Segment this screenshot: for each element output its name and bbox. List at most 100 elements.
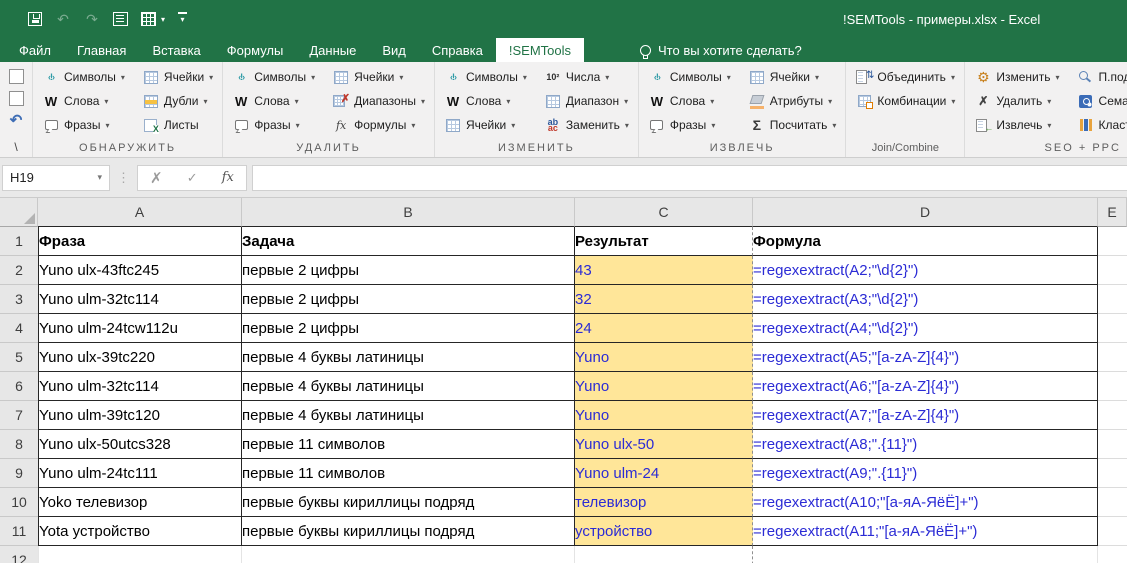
cell-E11[interactable] <box>1098 517 1127 546</box>
row-header-7[interactable]: 7 <box>0 401 38 430</box>
ribbon-tab-Формулы[interactable]: Формулы <box>214 38 297 62</box>
ribbon-button-Символы[interactable]: Символы▾ <box>646 65 733 89</box>
checkbox-icon[interactable] <box>9 91 24 106</box>
cell-A7[interactable]: Yuno ulm-39tc120 <box>38 401 242 430</box>
cell-E2[interactable] <box>1098 256 1127 285</box>
ribbon-button-Ячейки[interactable]: Ячейки▾ <box>140 65 215 89</box>
cell-A11[interactable]: Yota устройство <box>38 517 242 546</box>
cell-A9[interactable]: Yuno ulm-24tc111 <box>38 459 242 488</box>
cell-D12[interactable] <box>753 546 1098 563</box>
save-icon[interactable] <box>28 12 42 26</box>
cell-C10[interactable]: телевизор <box>575 488 753 517</box>
column-header-A[interactable]: A <box>38 198 242 227</box>
cell-B5[interactable]: первые 4 буквы латиницы <box>242 343 575 372</box>
customize-qat-icon[interactable] <box>178 12 187 26</box>
insert-function-icon[interactable]: fx <box>222 170 234 185</box>
row-header-8[interactable]: 8 <box>0 430 38 459</box>
ribbon-button-Диапазон[interactable]: Диапазон▾ <box>542 89 631 113</box>
cell-B4[interactable]: первые 2 цифры <box>242 314 575 343</box>
cell-D8[interactable]: =regexextract(A8;".{11}") <box>753 430 1098 459</box>
row-header-2[interactable]: 2 <box>0 256 38 285</box>
ribbon-button-Удалить[interactable]: Удалить▾ <box>972 89 1061 113</box>
ribbon-tab-Вид[interactable]: Вид <box>369 38 419 62</box>
cell-B10[interactable]: первые буквы кириллицы подряд <box>242 488 575 517</box>
cell-C1[interactable]: Результат <box>575 227 753 256</box>
ribbon-button-Слова[interactable]: Слова▾ <box>230 89 317 113</box>
ribbon-button-Слова[interactable]: Слова▾ <box>442 89 529 113</box>
checkbox-icon[interactable] <box>9 69 24 84</box>
cell-D5[interactable]: =regexextract(A5;"[a-zA-Z]{4}") <box>753 343 1098 372</box>
row-header-11[interactable]: 11 <box>0 517 38 546</box>
ribbon-button-Листы[interactable]: Листы <box>140 113 215 137</box>
row-header-10[interactable]: 10 <box>0 488 38 517</box>
ribbon-button-Дубли[interactable]: Дубли▾ <box>140 89 215 113</box>
formula-bar-resize-handle[interactable]: ⋮ <box>117 170 130 186</box>
cell-B2[interactable]: первые 2 цифры <box>242 256 575 285</box>
ribbon-tab-Справка[interactable]: Справка <box>419 38 496 62</box>
cell-C6[interactable]: Yuno <box>575 372 753 401</box>
ribbon-button-Извлечь[interactable]: Извлечь▾ <box>972 113 1061 137</box>
ribbon-button-Комбинации[interactable]: Комбинации▾ <box>853 89 957 113</box>
cancel-icon[interactable]: ✗ <box>150 169 163 187</box>
cell-D11[interactable]: =regexextract(A11;"[а-яА-ЯёЁ]+") <box>753 517 1098 546</box>
ribbon-button-Изменить[interactable]: Изменить▾ <box>972 65 1061 89</box>
cell-A2[interactable]: Yuno ulx-43ftc245 <box>38 256 242 285</box>
ribbon-button-Посчитать[interactable]: Посчитать▾ <box>746 113 839 137</box>
select-all-corner[interactable] <box>0 198 38 227</box>
tell-me-box[interactable]: Что вы хотите сделать? <box>640 38 802 62</box>
cell-B12[interactable] <box>242 546 575 563</box>
cell-C8[interactable]: Yuno ulx-50 <box>575 430 753 459</box>
cell-D7[interactable]: =regexextract(A7;"[a-zA-Z]{4}") <box>753 401 1098 430</box>
chevron-down-icon[interactable]: ▾ <box>97 172 102 183</box>
cell-E5[interactable] <box>1098 343 1127 372</box>
row-header-5[interactable]: 5 <box>0 343 38 372</box>
cell-E1[interactable] <box>1098 227 1127 256</box>
cell-B9[interactable]: первые 11 символов <box>242 459 575 488</box>
cell-E10[interactable] <box>1098 488 1127 517</box>
ribbon-button-Заменить[interactable]: Заменить▾ <box>542 113 631 137</box>
ribbon-button-Ячейки[interactable]: Ячейки▾ <box>330 65 427 89</box>
cell-E7[interactable] <box>1098 401 1127 430</box>
column-header-D[interactable]: D <box>753 198 1098 227</box>
row-header-12[interactable]: 12 <box>0 546 38 563</box>
ribbon-button-Кластеризация[interactable]: Кластеризация <box>1075 113 1127 137</box>
formula-input[interactable] <box>252 165 1127 191</box>
column-header-B[interactable]: B <box>242 198 575 227</box>
cell-B6[interactable]: первые 4 буквы латиницы <box>242 372 575 401</box>
cell-A8[interactable]: Yuno ulx-50utcs328 <box>38 430 242 459</box>
cell-B8[interactable]: первые 11 символов <box>242 430 575 459</box>
ribbon-button-Атрибуты[interactable]: Атрибуты▾ <box>746 89 839 113</box>
cell-B11[interactable]: первые буквы кириллицы подряд <box>242 517 575 546</box>
cell-B7[interactable]: первые 4 буквы латиницы <box>242 401 575 430</box>
row-header-4[interactable]: 4 <box>0 314 38 343</box>
cell-E8[interactable] <box>1098 430 1127 459</box>
cell-D1[interactable]: Формула <box>753 227 1098 256</box>
ribbon-button-Символы[interactable]: Символы▾ <box>230 65 317 89</box>
cell-A4[interactable]: Yuno ulm-24tcw112u <box>38 314 242 343</box>
ribbon-button-Объединить[interactable]: Объединить▾ <box>853 65 957 89</box>
cell-E12[interactable] <box>1098 546 1127 563</box>
ribbon-tab-Данные[interactable]: Данные <box>296 38 369 62</box>
cell-C9[interactable]: Yuno ulm-24 <box>575 459 753 488</box>
cell-A6[interactable]: Yuno ulm-32tc114 <box>38 372 242 401</box>
name-box[interactable]: H19 ▾ <box>2 165 110 191</box>
ribbon-button-Семант.анализ[interactable]: Семант.анализ▾ <box>1075 89 1127 113</box>
undo-arrow-icon[interactable] <box>8 113 24 127</box>
column-header-C[interactable]: C <box>575 198 753 227</box>
cell-D6[interactable]: =regexextract(A6;"[a-zA-Z]{4}") <box>753 372 1098 401</box>
ribbon-button-Диапазоны[interactable]: Диапазоны▾ <box>330 89 427 113</box>
undo-icon[interactable] <box>55 11 71 27</box>
ribbon-button-Фразы[interactable]: Фразы▾ <box>40 113 127 137</box>
row-header-9[interactable]: 9 <box>0 459 38 488</box>
ribbon-tab-!SEMTools[interactable]: !SEMTools <box>496 38 584 62</box>
qat-table-icon[interactable] <box>141 12 156 26</box>
cell-D3[interactable]: =regexextract(A3;"\d{2}") <box>753 285 1098 314</box>
cell-B1[interactable]: Задача <box>242 227 575 256</box>
chevron-down-icon[interactable]: ▾ <box>161 15 165 24</box>
cell-C12[interactable] <box>575 546 753 563</box>
ribbon-button-Ячейки[interactable]: Ячейки▾ <box>746 65 839 89</box>
cell-C3[interactable]: 32 <box>575 285 753 314</box>
cell-C4[interactable]: 24 <box>575 314 753 343</box>
cell-E6[interactable] <box>1098 372 1127 401</box>
ribbon-button-Фразы[interactable]: Фразы▾ <box>646 113 733 137</box>
